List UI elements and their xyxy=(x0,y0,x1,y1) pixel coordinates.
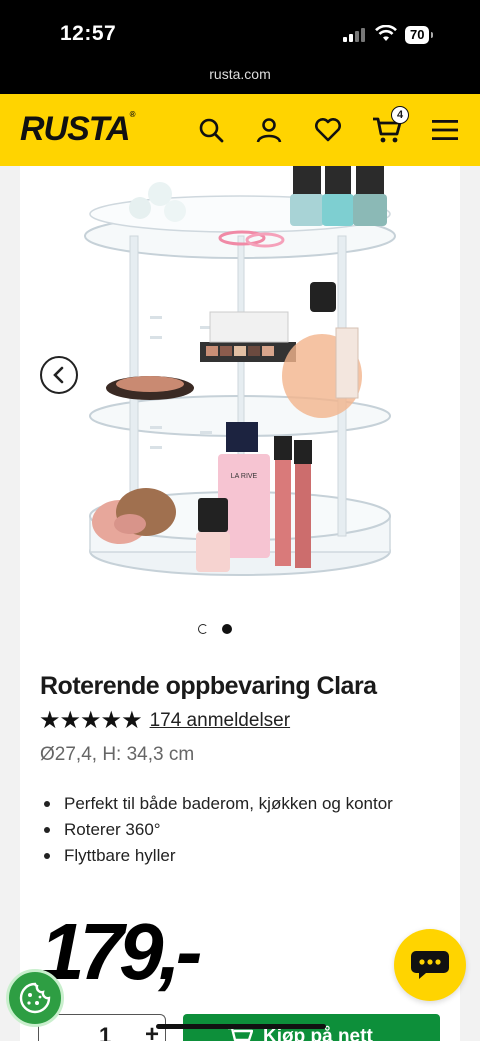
quantity-stepper[interactable]: 1 + xyxy=(38,1014,166,1041)
carousel-dot-2[interactable] xyxy=(222,624,232,634)
reviews-link[interactable]: 174 anmeldelser xyxy=(150,710,290,732)
chat-button[interactable] xyxy=(394,929,466,1001)
rusta-logo[interactable]: RUSTA® xyxy=(20,110,135,149)
clock: 12:57 xyxy=(60,22,117,45)
cart-icon[interactable]: 4 xyxy=(371,106,409,146)
svg-text:LA RIVE: LA RIVE xyxy=(231,473,258,480)
logo-text: RUSTA xyxy=(20,110,131,148)
home-indicator[interactable] xyxy=(156,1024,326,1029)
product-rating: ★★★★★ 174 anmeldelser xyxy=(39,706,290,735)
cookie-icon xyxy=(19,982,51,1014)
search-icon[interactable] xyxy=(195,114,227,146)
product-dimensions: Ø27,4, H: 34,3 cm xyxy=(40,744,195,765)
feature-item: Perfekt til både baderom, kjøkken og kon… xyxy=(42,791,393,817)
feature-item: Flyttbare hyller xyxy=(42,843,393,869)
carousel-indicators xyxy=(198,624,232,634)
address-bar-url[interactable]: rusta.com xyxy=(0,66,480,82)
rating-stars: ★★★★★ xyxy=(39,707,143,734)
cart-count-badge: 4 xyxy=(391,106,409,124)
product-title: Roterende oppbevaring Clara xyxy=(40,672,377,700)
account-icon[interactable] xyxy=(253,114,285,146)
site-header: RUSTA® 4 xyxy=(0,94,480,166)
chat-bubble-icon xyxy=(411,951,449,979)
feature-item: Roterer 360° xyxy=(42,817,393,843)
cookie-settings-button[interactable] xyxy=(6,969,64,1027)
status-bar: 12:57 70 rusta.com xyxy=(0,0,480,94)
product-price: 179,- xyxy=(40,907,202,996)
carousel-prev-button[interactable] xyxy=(40,356,78,394)
quantity-value: 1 xyxy=(99,1023,112,1041)
product-card: LA RIVE Roterende oppbevaring Clara ★★★★… xyxy=(20,166,460,1041)
rotating-organizer-illustration: LA RIVE xyxy=(84,166,396,576)
feature-list: Perfekt til både baderom, kjøkken og kon… xyxy=(42,791,393,869)
carousel-dot-1[interactable] xyxy=(198,624,208,634)
battery-indicator: 70 xyxy=(405,26,435,44)
wifi-icon xyxy=(375,24,397,48)
cellular-signal-icon xyxy=(343,28,365,42)
menu-hamburger-icon[interactable] xyxy=(429,114,461,146)
chevron-left-icon xyxy=(53,366,64,384)
product-image[interactable]: LA RIVE xyxy=(20,166,460,606)
wishlist-heart-icon[interactable] xyxy=(312,114,344,146)
